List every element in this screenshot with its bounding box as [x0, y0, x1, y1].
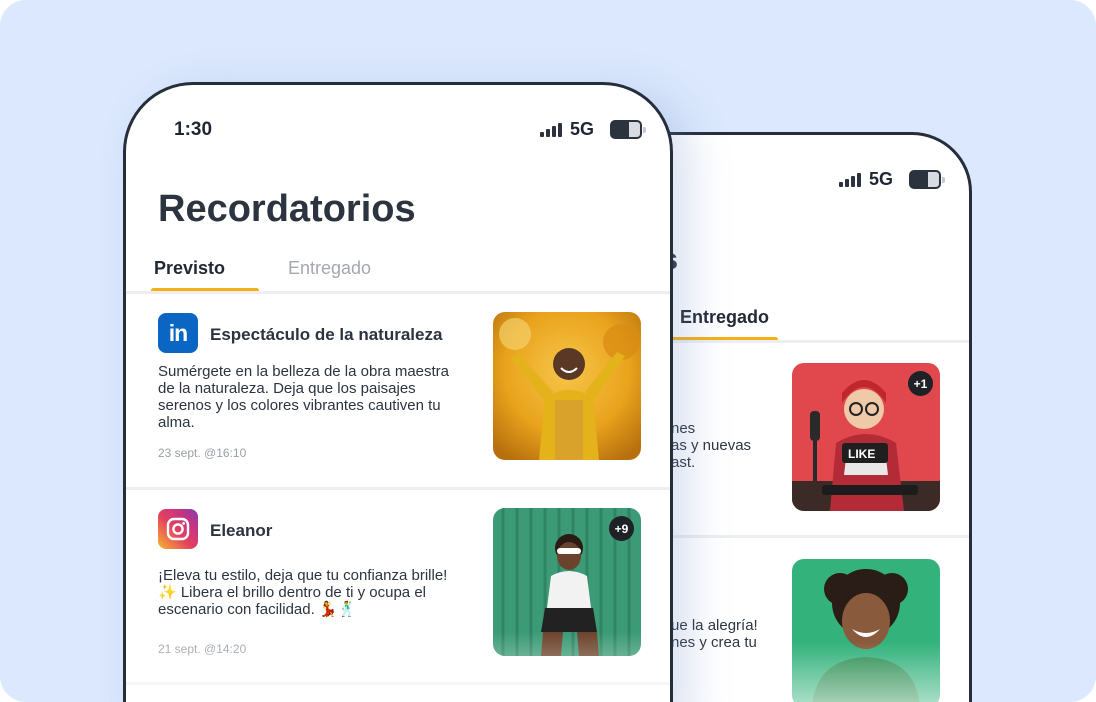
list-divider [126, 682, 670, 685]
instagram-icon [158, 509, 198, 549]
tab-entregado[interactable]: Entregado [288, 258, 371, 279]
post-title: Espectáculo de la naturaleza [210, 325, 443, 344]
post-title: Eleanor [210, 521, 273, 540]
more-media-badge: +9 [609, 516, 634, 541]
tab-previsto[interactable]: Previsto [154, 258, 225, 279]
post-thumbnail[interactable]: LIKE +1 [792, 363, 940, 511]
status-time: 1:30 [174, 119, 213, 140]
svg-text:LIKE: LIKE [848, 447, 875, 461]
network-label: 5G [570, 119, 595, 139]
more-media-badge: +1 [908, 371, 933, 396]
post-body: ¡Eleva tu estilo, deja que tu confianza … [158, 567, 448, 618]
tab-divider [126, 291, 670, 294]
post-thumbnail[interactable] [493, 312, 641, 460]
front-phone: 1:30 5G Recordatorios Previsto Entregado… [123, 82, 673, 702]
post-body: Sumérgete en la belleza de la obra maest… [158, 363, 450, 431]
status-bar: 5G [540, 119, 647, 140]
post-date: 23 sept. @16:10 [158, 446, 247, 460]
post-date: 21 sept. @14:20 [158, 642, 247, 656]
post-thumbnail[interactable] [792, 559, 940, 702]
linkedin-icon: in [158, 313, 198, 353]
network-label: 5G [869, 169, 894, 189]
hero-background: 5G os Entregado nes as y nuevas ast. LIK… [0, 0, 1096, 702]
battery-icon [909, 170, 946, 189]
status-bar: 5G [839, 169, 946, 190]
signal-icon [540, 122, 562, 137]
page-title: Recordatorios [158, 188, 416, 230]
list-item-text-fragment: nes as y nuevas ast. [671, 420, 752, 471]
list-divider [126, 487, 670, 490]
battery-icon [610, 120, 647, 139]
list-item-text-fragment: ue la alegría! nes y crea tu [671, 617, 758, 651]
tab-entregado[interactable]: Entregado [680, 307, 769, 328]
signal-icon [839, 172, 861, 187]
post-thumbnail[interactable]: +9 [493, 508, 641, 656]
